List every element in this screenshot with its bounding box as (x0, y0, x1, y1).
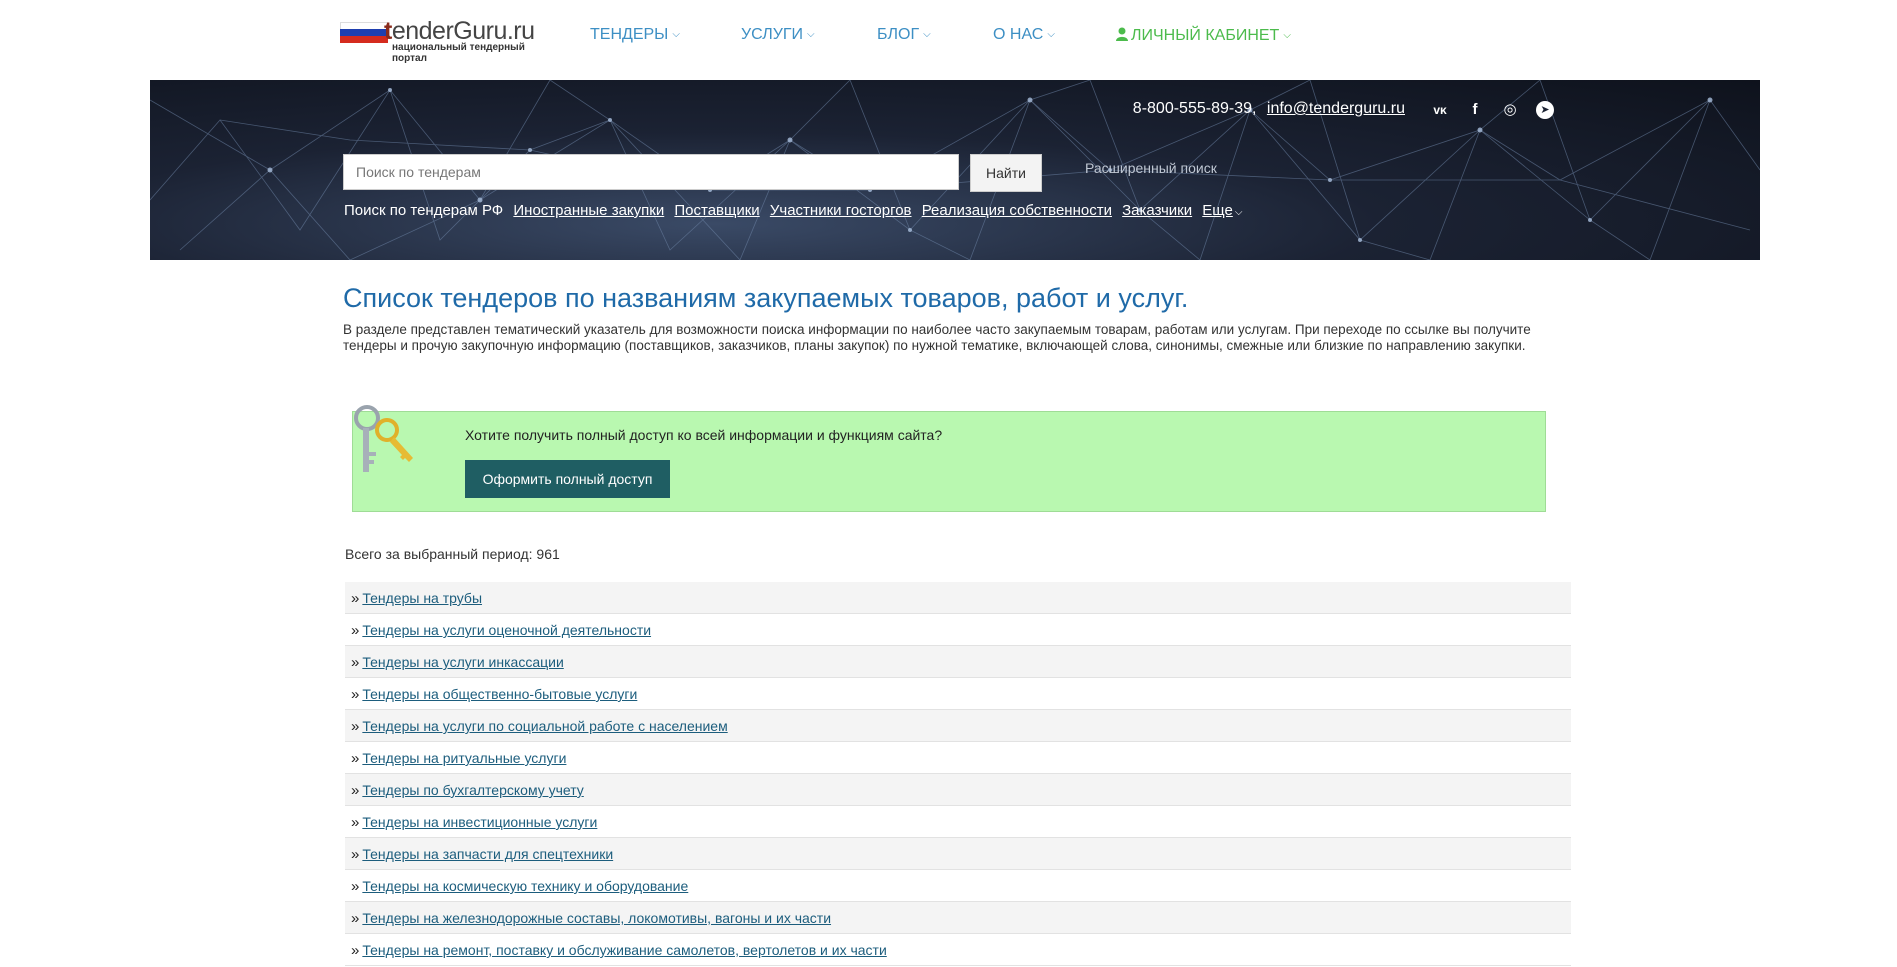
raquo-icon: » (351, 846, 360, 863)
user-icon (1116, 27, 1128, 41)
raquo-icon: » (351, 910, 360, 927)
chevron-down-icon: ⌵ (1283, 30, 1291, 41)
raquo-icon: » (351, 686, 360, 703)
tender-link[interactable]: Тендеры на запчасти для спецтехники (362, 846, 613, 862)
list-item: » Тендеры на услуги по социальной работе … (345, 710, 1571, 742)
tender-link[interactable]: Тендеры на услуги инкассации (362, 654, 563, 670)
hero-banner: 8-800-555-89-39, info@tenderguru.ru ᴠᴋ f… (150, 80, 1760, 260)
raquo-icon: » (351, 590, 360, 607)
instagram-icon[interactable]: ◎ (1500, 100, 1520, 120)
email-link[interactable]: info@tenderguru.ru (1267, 100, 1405, 117)
contact-info: 8-800-555-89-39, info@tenderguru.ru (1133, 100, 1405, 118)
raquo-icon: » (351, 718, 360, 735)
get-full-access-button[interactable]: Оформить полный доступ (465, 460, 670, 498)
telegram-icon[interactable]: ➤ (1536, 101, 1554, 119)
quick-links-lead: Поиск по тендерам РФ (344, 202, 504, 219)
raquo-icon: » (351, 878, 360, 895)
tender-link[interactable]: Тендеры на услуги оценочной деятельности (362, 622, 651, 638)
raquo-icon: » (351, 814, 360, 831)
quick-link-more[interactable]: Еще (1202, 202, 1233, 219)
raquo-icon: » (351, 654, 360, 671)
raquo-icon: » (351, 622, 360, 639)
intro-text: В разделе представлен тематический указа… (343, 322, 1531, 353)
tender-list: » Тендеры на трубы » Тендеры на услуги оце… (345, 582, 1571, 966)
quick-link-foreign[interactable]: Иностранные закупки (513, 202, 664, 219)
list-item: » Тендеры на инвестиционные услуги (345, 806, 1571, 838)
top-bar: tenderGuru.ru национальный тендерный пор… (0, 0, 1897, 80)
tender-link[interactable]: Тендеры на ритуальные услуги (362, 750, 566, 766)
tender-link[interactable]: Тендеры на железнодорожные составы, локо… (362, 910, 831, 926)
list-item: » Тендеры на железнодорожные составы, лок… (345, 902, 1571, 934)
chevron-down-icon: ⌵ (1047, 29, 1055, 40)
raquo-icon: » (351, 942, 360, 959)
nav-item-label: БЛОГ (877, 26, 920, 43)
list-item: » Тендеры на ремонт, поставку и обслужива… (345, 934, 1571, 966)
tender-link[interactable]: Тендеры на космическую технику и оборудо… (362, 878, 688, 894)
quick-link-property-sale[interactable]: Реализация собственности (922, 202, 1112, 219)
quick-link-suppliers[interactable]: Поставщики (674, 202, 759, 219)
nav-item-label: ЛИЧНЫЙ КАБИНЕТ (1131, 27, 1280, 44)
list-item: » Тендеры на ритуальные услуги (345, 742, 1571, 774)
list-item: » Тендеры на услуги инкассации (345, 646, 1571, 678)
nav-item-label: О НАС (993, 26, 1044, 43)
nav-item-label: УСЛУГИ (741, 26, 804, 43)
tender-link[interactable]: Тендеры по бухгалтерскому учету (362, 782, 583, 798)
advanced-search-link[interactable]: Расширенный поиск (1085, 160, 1217, 176)
search-input[interactable] (343, 154, 959, 190)
tender-link[interactable]: Тендеры на услуги по социальной работе с… (362, 718, 727, 734)
facebook-icon[interactable]: f (1465, 100, 1485, 120)
nav-item-tenders[interactable]: ТЕНДЕРЫ ⌵ (590, 26, 680, 44)
chevron-down-icon: ⌵ (1234, 207, 1243, 218)
quick-link-customers[interactable]: Заказчики (1122, 202, 1192, 219)
chevron-down-icon: ⌵ (807, 29, 815, 40)
nav-item-blog[interactable]: БЛОГ ⌵ (877, 26, 931, 44)
nav-item-account[interactable]: ЛИЧНЫЙ КАБИНЕТ ⌵ (1116, 26, 1291, 45)
search-button[interactable]: Найти (970, 154, 1042, 192)
chevron-down-icon: ⌵ (672, 29, 680, 40)
list-item: » Тендеры на трубы (345, 582, 1571, 614)
page-title: Список тендеров по названиям закупаемых … (343, 283, 1189, 313)
brand-tagline: национальный тендерный портал (392, 42, 525, 64)
total-count: Всего за выбранный период: 961 (345, 546, 560, 562)
nav-item-services[interactable]: УСЛУГИ ⌵ (741, 26, 815, 44)
tender-link[interactable]: Тендеры на трубы (362, 590, 482, 606)
raquo-icon: » (351, 750, 360, 767)
quick-link-more-label: Еще (1202, 202, 1233, 219)
tender-link[interactable]: Тендеры на инвестиционные услуги (362, 814, 597, 830)
site-logo[interactable]: tenderGuru.ru национальный тендерный пор… (340, 17, 540, 64)
keys-icon (354, 405, 413, 472)
list-item: » Тендеры на услуги оценочной деятельност… (345, 614, 1571, 646)
promo-text: Хотите получить полный доступ ко всей ин… (465, 427, 943, 443)
quick-link-participants[interactable]: Участники госторгов (770, 202, 912, 219)
tender-link[interactable]: Тендеры на ремонт, поставку и обслуживан… (362, 942, 886, 958)
phone-number[interactable]: 8-800-555-89-39, (1133, 100, 1257, 117)
vk-icon[interactable]: ᴠᴋ (1430, 100, 1450, 120)
raquo-icon: » (351, 782, 360, 799)
chevron-down-icon: ⌵ (923, 29, 931, 40)
russian-flag-icon (340, 22, 388, 43)
list-item: » Тендеры на общественно-бытовые услуги (345, 678, 1571, 710)
quick-links: Поиск по тендерам РФ Иностранные закупки… (344, 202, 1242, 219)
list-item: » Тендеры по бухгалтерскому учету (345, 774, 1571, 806)
tender-link[interactable]: Тендеры на общественно-бытовые услуги (362, 686, 637, 702)
nav-item-label: ТЕНДЕРЫ (590, 26, 669, 43)
list-item: » Тендеры на запчасти для спецтехники (345, 838, 1571, 870)
list-item: » Тендеры на космическую технику и оборуд… (345, 870, 1571, 902)
nav-item-about[interactable]: О НАС ⌵ (993, 26, 1055, 44)
full-access-promo: Хотите получить полный доступ ко всей ин… (352, 405, 1546, 512)
